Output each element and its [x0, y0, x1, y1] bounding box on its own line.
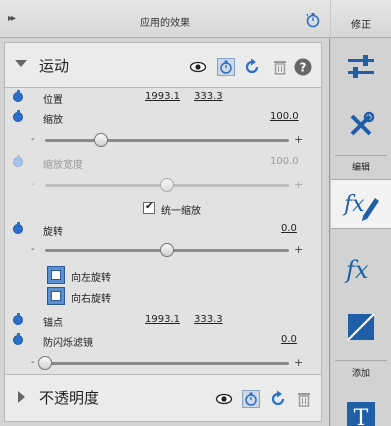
decrease-icon[interactable]: - — [31, 357, 35, 368]
stopwatch-icon[interactable] — [217, 58, 235, 76]
rotate-left-icon[interactable] — [47, 266, 65, 284]
expand-arrow-icon[interactable] — [15, 60, 27, 67]
increase-icon: + — [294, 178, 304, 191]
tools-button[interactable] — [331, 100, 391, 150]
position-y-value[interactable]: 333.3 — [194, 91, 223, 102]
effects-button[interactable]: fx — [331, 244, 391, 294]
rotate-right-icon[interactable] — [47, 287, 65, 305]
eye-icon[interactable] — [215, 390, 233, 408]
motion-title: 运动 — [39, 57, 70, 75]
decrease-icon: - — [31, 179, 35, 190]
separator — [335, 360, 387, 361]
add-section-label: 添加 — [351, 369, 370, 379]
adjustments-button[interactable] — [331, 42, 391, 92]
adjust-header: 修正 — [331, 0, 391, 38]
scale-width-label: 缩放宽度 — [43, 160, 83, 171]
uniform-scale-label: 统一缩放 — [161, 206, 201, 217]
rotate-left-label[interactable]: 向左旋转 — [71, 269, 111, 284]
stopwatch-icon[interactable] — [13, 222, 23, 234]
panel-title: 应用的效果 — [140, 18, 190, 29]
trash-icon[interactable] — [271, 58, 289, 76]
stopwatch-icon[interactable] — [13, 90, 23, 102]
anchor-x-value[interactable]: 1993.1 — [145, 314, 180, 325]
separator — [335, 155, 387, 156]
anchor-row: 锚点 1993.1 333.3 — [5, 313, 323, 330]
transitions-button[interactable] — [331, 302, 391, 352]
slider-thumb — [160, 178, 174, 192]
anchor-label: 锚点 — [43, 318, 63, 329]
fx-icon[interactable]: fx — [344, 252, 378, 286]
stopwatch-icon[interactable] — [13, 110, 23, 122]
fx-edit-icon[interactable]: fx — [341, 184, 381, 224]
reset-icon[interactable] — [243, 58, 261, 76]
stopwatch-icon — [13, 155, 23, 167]
increase-icon[interactable]: + — [294, 243, 303, 256]
slider-thumb[interactable] — [94, 133, 109, 147]
slider-thumb[interactable] — [38, 356, 52, 370]
decrease-icon[interactable]: - — [31, 244, 35, 255]
motion-properties: 位置 1993.1 333.3 缩放 100.0 - + 缩放宽度 100.0 … — [4, 88, 322, 374]
slider-thumb[interactable] — [160, 243, 174, 257]
rotate-right-label[interactable]: 向右旋转 — [71, 290, 111, 305]
anti-flicker-slider[interactable]: - + — [31, 355, 303, 371]
anti-flicker-label: 防闪烁滤镜 — [43, 338, 93, 349]
scale-value[interactable]: 100.0 — [270, 111, 299, 122]
opacity-section-header[interactable]: 不透明度 — [4, 374, 322, 422]
rotation-value[interactable]: 0.0 — [281, 223, 297, 234]
rotation-label: 旋转 — [43, 227, 63, 238]
eye-icon[interactable] — [189, 58, 207, 76]
adjust-label: 修正 — [351, 20, 371, 31]
motion-section-header[interactable]: 运动 ? — [4, 42, 322, 88]
position-x-value[interactable]: 1993.1 — [145, 91, 180, 102]
opacity-title: 不透明度 — [39, 389, 100, 407]
rotation-slider[interactable]: - + — [31, 242, 303, 258]
titles-button[interactable]: T — [331, 392, 391, 426]
adjustments-sliders-icon[interactable] — [347, 53, 375, 81]
rotation-row: 旋转 0.0 — [5, 222, 323, 239]
slider-track[interactable] — [45, 139, 289, 142]
crop-diagonal-icon[interactable] — [346, 312, 376, 342]
svg-text:fx: fx — [342, 192, 365, 217]
svg-text:?: ? — [300, 61, 307, 75]
text-T-icon[interactable]: T — [347, 402, 375, 426]
scale-row: 缩放 100.0 — [5, 110, 323, 127]
position-row: 位置 1993.1 333.3 — [5, 90, 323, 107]
increase-icon[interactable]: + — [294, 356, 303, 369]
stopwatch-icon[interactable] — [242, 390, 260, 408]
uniform-scale-checkbox[interactable] — [143, 201, 155, 214]
stopwatch-icon[interactable] — [13, 313, 23, 325]
anti-flicker-row: 防闪烁滤镜 0.0 — [5, 333, 323, 350]
svg-text:fx: fx — [344, 256, 369, 284]
applied-effects-panel: ▸▸ 应用的效果 运动 ? 位置 1993.1 333.3 缩放 100.0 -… — [0, 0, 330, 426]
anti-flicker-value[interactable]: 0.0 — [281, 334, 297, 345]
increase-icon[interactable]: + — [294, 133, 303, 146]
scale-width-row: 缩放宽度 100.0 — [5, 155, 323, 172]
tools-wrench-icon[interactable] — [347, 111, 375, 139]
edit-section-label: 编辑 — [351, 163, 370, 173]
decrease-icon[interactable]: - — [31, 134, 35, 145]
position-label: 位置 — [43, 95, 63, 106]
help-icon[interactable]: ? — [294, 58, 312, 76]
right-toolbar: 修正 编辑 fx fx 添加 T — [331, 0, 391, 426]
stopwatch-icon[interactable] — [13, 333, 23, 345]
svg-text:T: T — [354, 406, 369, 426]
trash-icon[interactable] — [295, 390, 313, 408]
reset-icon[interactable] — [269, 390, 287, 408]
anchor-y-value[interactable]: 333.3 — [194, 314, 223, 325]
expand-arrow-icon[interactable] — [18, 391, 25, 403]
scale-label: 缩放 — [43, 115, 63, 126]
scale-slider[interactable]: - + — [31, 132, 303, 148]
scale-width-slider: - + — [31, 177, 304, 193]
applied-effects-button[interactable]: fx — [331, 179, 391, 229]
slider-track[interactable] — [45, 362, 289, 365]
uniform-scale-row: 统一缩放 — [5, 201, 323, 218]
panel-header: ▸▸ 应用的效果 — [0, 0, 330, 38]
stopwatch-icon[interactable] — [305, 12, 321, 28]
scale-width-value: 100.0 — [270, 156, 299, 167]
